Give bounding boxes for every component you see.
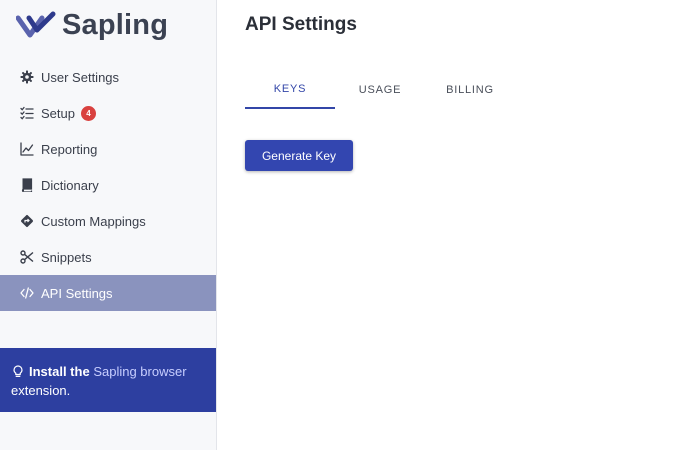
sidebar-item-label: User Settings bbox=[41, 69, 120, 85]
diamond-arrow-icon bbox=[20, 214, 34, 228]
book-icon bbox=[20, 178, 34, 192]
sidebar-nav: User Settings Setup 4 Reporting Dictiona… bbox=[0, 59, 216, 311]
gear-icon bbox=[20, 70, 34, 84]
checklist-icon bbox=[20, 106, 34, 120]
sidebar-item-label: API Settings bbox=[41, 285, 113, 301]
sidebar: Sapling User Settings Setup 4 Reporting bbox=[0, 0, 217, 450]
scissors-icon bbox=[20, 250, 34, 264]
sapling-logo[interactable]: Sapling bbox=[16, 9, 168, 42]
settings-tabs: KEYS USAGE BILLING bbox=[245, 70, 515, 109]
extension-link[interactable]: Sapling browser bbox=[93, 364, 186, 379]
sidebar-item-label: Setup bbox=[41, 105, 75, 121]
sidebar-item-reporting[interactable]: Reporting bbox=[0, 131, 216, 167]
promo-prefix: Install the bbox=[29, 364, 90, 379]
tab-billing[interactable]: BILLING bbox=[425, 70, 515, 109]
sidebar-item-label: Custom Mappings bbox=[41, 213, 146, 229]
tab-usage[interactable]: USAGE bbox=[335, 70, 425, 109]
sidebar-item-custom-mappings[interactable]: Custom Mappings bbox=[0, 203, 216, 239]
setup-count-badge: 4 bbox=[80, 105, 96, 121]
sidebar-item-setup[interactable]: Setup 4 bbox=[0, 95, 216, 131]
page-title: API Settings bbox=[245, 14, 357, 35]
sidebar-item-user-settings[interactable]: User Settings bbox=[0, 59, 216, 95]
sidebar-item-dictionary[interactable]: Dictionary bbox=[0, 167, 216, 203]
sapling-logo-icon bbox=[16, 11, 56, 37]
sidebar-item-api-settings[interactable]: API Settings bbox=[0, 275, 216, 311]
promo-suffix: extension. bbox=[11, 383, 71, 398]
code-icon bbox=[20, 286, 34, 300]
brand-name: Sapling bbox=[62, 9, 169, 41]
browser-extension-banner[interactable]: Install the Sapling browser extension. bbox=[0, 348, 216, 412]
sidebar-item-label: Dictionary bbox=[41, 177, 99, 193]
tab-keys[interactable]: KEYS bbox=[245, 70, 335, 109]
sidebar-item-snippets[interactable]: Snippets bbox=[0, 239, 216, 275]
sidebar-item-label: Snippets bbox=[41, 249, 92, 265]
line-chart-icon bbox=[20, 142, 34, 156]
generate-key-button[interactable]: Generate Key bbox=[245, 140, 353, 171]
sidebar-item-label: Reporting bbox=[41, 141, 98, 157]
lightbulb-icon bbox=[11, 364, 25, 378]
